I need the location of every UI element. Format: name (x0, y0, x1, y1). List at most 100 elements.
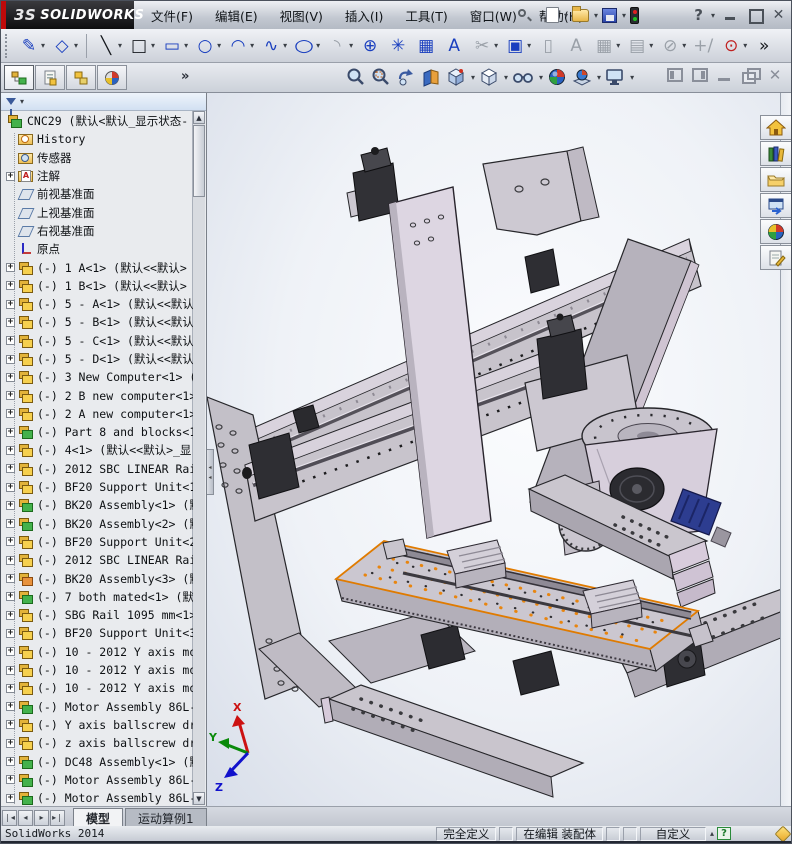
tree-item[interactable]: + (-) BK20 Assembly<1> (默 (5, 496, 193, 514)
doc-close-button[interactable]: ✕ (767, 68, 783, 83)
view-palette-icon[interactable] (760, 193, 791, 218)
open-document-icon[interactable] (572, 5, 590, 22)
expand-toggle[interactable]: + (6, 482, 15, 492)
reference-axis-icon[interactable]: ⊙ ▾ (718, 34, 749, 58)
doc-minimize-button[interactable] (717, 68, 733, 82)
ellipse-icon[interactable]: ○ ▾ (291, 34, 322, 58)
view-settings-dropdown[interactable]: ▾ (630, 73, 634, 82)
zoom-area-icon[interactable] (370, 66, 392, 88)
zoom-fit-icon[interactable] (345, 66, 367, 88)
menu-4[interactable]: 工具(T) (395, 3, 457, 28)
straight-slot-icon[interactable]: ▭ ▾ (159, 34, 190, 58)
tree-item[interactable]: 上视基准面 (5, 203, 193, 221)
mirror-entities-icon[interactable]: ▯ (535, 34, 561, 58)
expand-toggle[interactable]: + (6, 336, 15, 346)
corner-rectangle-icon[interactable]: □ ▾ (126, 34, 157, 58)
tab-configurationmanager[interactable] (66, 65, 96, 90)
tree-item[interactable]: + (-) BF20 Support Unit<2 (5, 533, 193, 551)
tree-item[interactable]: + (-) BK20 Assembly<3> (默 (5, 569, 193, 587)
doc-tab-1[interactable]: 运动算例1 (125, 808, 207, 826)
tree-item[interactable]: + (-) 10 - 2012 Y axis mo (5, 643, 193, 661)
tree-item[interactable]: + (-) DC48 Assembly<1> (默 (5, 752, 193, 770)
view-orientation-dropdown[interactable]: ▾ (471, 73, 475, 82)
expand-toggle[interactable]: + (6, 574, 15, 584)
tab-featuremanager[interactable] (4, 65, 34, 90)
design-library-icon[interactable] (760, 141, 791, 166)
scroll-thumb[interactable] (193, 125, 205, 197)
open-dropdown[interactable]: ▾ (594, 11, 598, 20)
expand-toggle[interactable]: + (6, 427, 15, 437)
centerpoint-arc-icon[interactable]: ◠ ▾ (225, 34, 256, 58)
tree-item[interactable]: + (-) z axis ballscrew dr (5, 734, 193, 752)
trim-entities-icon[interactable]: ✂ ▾ (469, 34, 500, 58)
expand-toggle[interactable]: + (6, 500, 15, 510)
sketch-picture-icon[interactable]: +/ (690, 34, 716, 58)
panel-splitter-handle[interactable]: ◂ ◂ (207, 449, 214, 495)
expand-toggle[interactable]: + (6, 757, 15, 767)
apply-scene-icon[interactable] (571, 66, 593, 88)
search-icon[interactable] (517, 8, 532, 23)
expand-toggle[interactable]: + (6, 720, 15, 730)
tree-item[interactable]: + (-) 10 - 2012 Y axis mo (5, 679, 193, 697)
save-icon[interactable] (602, 7, 618, 23)
tree-item[interactable]: + (-) Y axis ballscrew dr (5, 716, 193, 734)
expand-toggle[interactable]: + (6, 702, 15, 712)
tree-item[interactable]: + (-) 4<1> (默认<<默认>_显 (5, 441, 193, 459)
expand-toggle[interactable]: + (6, 537, 15, 547)
custom-properties-icon[interactable] (760, 245, 791, 270)
spline-icon[interactable]: ∿ ▾ (258, 34, 289, 58)
menu-1[interactable]: 编辑(E) (205, 3, 268, 28)
scroll-up-button[interactable]: ▲ (193, 111, 205, 124)
tree-item[interactable]: + (-) 5 - D<1> (默认<<默认 (5, 350, 193, 368)
pane-right-icon[interactable] (692, 68, 708, 82)
sketch-icon[interactable]: ✎ ▾ (16, 34, 47, 58)
tree-item[interactable]: 传感器 (5, 149, 193, 167)
edit-appearance-icon[interactable] (546, 66, 568, 88)
tree-item[interactable]: + (-) Part 8 and blocks<1 (5, 423, 193, 441)
status-help-icon[interactable]: ? (717, 827, 731, 840)
expand-toggle[interactable]: + (6, 665, 15, 675)
tab-scroll-prev-button[interactable]: ◂ (18, 810, 33, 826)
menu-2[interactable]: 视图(V) (270, 3, 333, 28)
linear-pattern-icon[interactable]: ▦ ▾ (591, 34, 622, 58)
expand-toggle[interactable]: + (6, 391, 15, 401)
toolbar-grip[interactable] (5, 33, 9, 58)
tab-displaymanager[interactable] (97, 65, 127, 90)
tree-item[interactable]: + (-) 10 - 2012 Y axis mo (5, 661, 193, 679)
tab-scroll-first-button[interactable]: ❘◂ (2, 810, 17, 826)
resources-home-icon[interactable] (760, 115, 791, 140)
expand-toggle[interactable]: + (6, 281, 15, 291)
expand-toggle[interactable]: + (6, 683, 15, 693)
expand-toggle[interactable]: + (6, 610, 15, 620)
circle-icon[interactable]: ○ ▾ (192, 34, 223, 58)
expand-toggle[interactable]: + (6, 445, 15, 455)
expand-toggle[interactable]: + (6, 409, 15, 419)
display-style-icon[interactable] (478, 66, 500, 88)
units-selector[interactable]: 自定义 (639, 826, 706, 841)
tree-filter-bar[interactable]: ▾ (1, 93, 206, 115)
maximize-button[interactable] (746, 8, 764, 24)
cnc-assembly-model[interactable]: X Y Z (207, 93, 792, 806)
expand-toggle[interactable]: + (6, 354, 15, 364)
tree-root[interactable]: CNC29 (默认<默认_显示状态- (5, 112, 193, 130)
hide-show-items-icon[interactable] (511, 66, 535, 88)
tree-item[interactable]: + (-) 1 B<1> (默认<<默认> (5, 277, 193, 295)
tree-item[interactable]: + (-) BF20 Support Unit<3 (5, 624, 193, 642)
tree-item[interactable]: + (-) Motor Assembly 86L- (5, 698, 193, 716)
expand-toggle[interactable]: + (6, 263, 15, 273)
convert-entities-icon[interactable]: ▣ ▾ (502, 34, 533, 58)
expand-toggle[interactable]: + (6, 519, 15, 529)
expand-toggle[interactable]: + (6, 171, 15, 181)
expand-toggle[interactable]: + (6, 464, 15, 474)
expand-toggle[interactable]: + (6, 628, 15, 638)
tree-item[interactable]: + (-) BK20 Assembly<2> (默 (5, 515, 193, 533)
line-icon[interactable]: ╲ ▾ (93, 34, 124, 58)
tab-propertymanager[interactable] (35, 65, 65, 90)
smart-dimension-icon[interactable]: ◇ ▾ (49, 34, 80, 58)
text-icon[interactable]: A (441, 34, 467, 58)
surface-mesh-icon[interactable]: ▦ (413, 34, 439, 58)
expand-toggle[interactable]: + (6, 647, 15, 657)
tree-item[interactable]: + (-) Motor Assembly 86L- (5, 789, 193, 806)
graphics-viewport[interactable]: X Y Z (207, 93, 792, 806)
minimize-button[interactable] (722, 8, 739, 22)
